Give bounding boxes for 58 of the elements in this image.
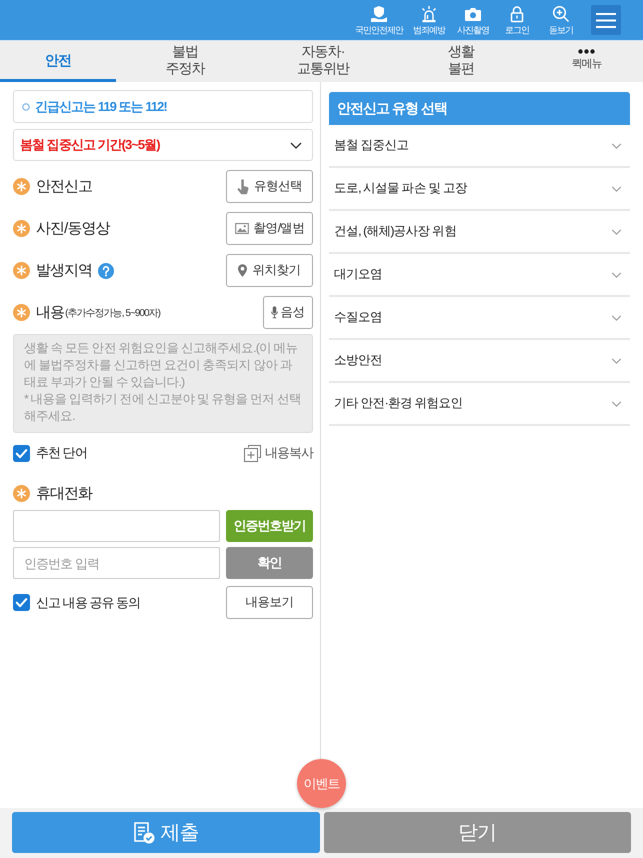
menu-button[interactable] — [591, 5, 621, 35]
checkbox[interactable] — [13, 594, 30, 611]
dropdown-value: 봄철 집중신고 기간(3~5월) — [20, 136, 160, 154]
checkbox-label: 신고 내용 공유 동의 — [36, 594, 140, 612]
field-label: 안전신고 — [36, 177, 92, 196]
chevron-down-icon — [611, 358, 622, 364]
checkbox[interactable] — [13, 444, 30, 462]
siren-icon — [420, 4, 438, 22]
type-button[interactable]: 유형선택 — [226, 170, 313, 203]
chevron-down-icon — [611, 228, 622, 234]
phone-input[interactable] — [13, 510, 220, 542]
category-item[interactable]: 소방안전 — [329, 340, 630, 383]
menu-icon — [596, 12, 616, 28]
copy-add-icon — [244, 444, 261, 462]
chevron-down-icon — [611, 142, 622, 148]
location-pin-icon — [238, 264, 248, 277]
chevron-down-icon — [611, 314, 622, 320]
lock-icon — [508, 4, 526, 22]
checkbox-label: 추천 단어 — [36, 444, 87, 462]
location-button[interactable]: 위치찾기 — [226, 254, 313, 287]
zoom-in-icon — [552, 4, 570, 22]
more-icon — [578, 49, 595, 54]
tab[interactable]: 불법 주정차 — [116, 41, 254, 82]
tab[interactable]: 생활 불편 — [392, 41, 530, 82]
field-label: 사진/동영상 — [36, 219, 110, 238]
chevron-down-icon — [611, 400, 622, 406]
help-icon[interactable] — [98, 262, 114, 278]
category-item[interactable]: 도로, 시설물 파손 및 고장 — [329, 168, 630, 211]
period-dropdown[interactable]: 봄철 집중신고 기간(3~5월) — [13, 129, 313, 161]
quick-menu-tab[interactable]: 퀵메뉴 — [530, 41, 643, 82]
field-label: 휴대전화 — [36, 484, 92, 503]
media-button[interactable]: 촬영/앨범 — [226, 212, 313, 245]
category-item[interactable]: 봄철 집중신고 — [329, 125, 630, 168]
pointer-hand-icon — [236, 178, 249, 194]
shield-hand-icon — [370, 4, 388, 22]
copy-content-button[interactable]: 내용복사 — [244, 444, 313, 462]
content-button[interactable]: 음성 — [263, 296, 313, 329]
category-item[interactable]: 대기오염 — [329, 254, 630, 297]
chevron-down-icon — [611, 186, 622, 192]
image-icon — [234, 223, 249, 234]
chevron-down-icon — [611, 272, 622, 278]
document-check-icon — [132, 822, 155, 844]
panel-header: 안전신고 유형 선택 — [329, 92, 630, 125]
tab[interactable]: 자동차· 교통위반 — [254, 41, 392, 82]
field-note: (추가수정가능, 5~900자) — [65, 306, 160, 320]
code-input[interactable]: 인증번호 입력 — [13, 547, 220, 579]
tab[interactable]: 안전 — [0, 41, 116, 82]
content-textarea[interactable]: 생활 속 모든 안전 위험요인을 신고해주세요.(이 메뉴에 불법주정차를 신고하면 요건이 충족되지 않아 과태료 부과가 안될 수 있습니다.) * 내용을 입력하기 전에 신고분야 및 유형을 먼저 선택해주세요. — [13, 334, 313, 433]
field-label: 내용 — [36, 303, 64, 322]
emergency-notice: 긴급신고는 119 또는 112! — [35, 98, 167, 116]
category-item[interactable]: 건설, (해체)공사장 위험 — [329, 211, 630, 254]
view-content-button[interactable]: 내용보기 — [226, 586, 313, 619]
category-item[interactable]: 기타 안전·환경 위험요인 — [329, 383, 630, 426]
chevron-down-icon — [290, 142, 302, 148]
field-label: 발생지역 — [36, 261, 92, 280]
microphone-icon — [271, 306, 278, 319]
category-item[interactable]: 수질오염 — [329, 297, 630, 340]
circle-bullet-icon — [22, 102, 30, 110]
